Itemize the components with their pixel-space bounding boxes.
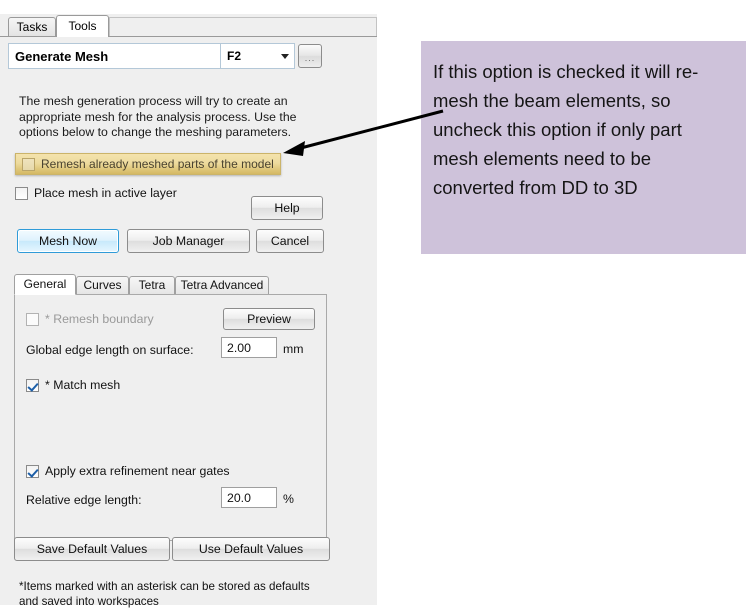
job-manager-button[interactable]: Job Manager — [127, 229, 250, 253]
relative-edge-length-value: 20.0 — [227, 490, 251, 505]
help-button[interactable]: Help — [251, 196, 323, 220]
chevron-down-icon — [281, 53, 289, 59]
asterisk-footnote: *Items marked with an asterisk can be st… — [19, 580, 310, 608]
option-apply-extra-refinement[interactable]: Apply extra refinement near gates — [26, 464, 230, 478]
checkbox-place-mesh-in-active-layer[interactable] — [15, 186, 28, 200]
relative-edge-length-unit: % — [283, 492, 294, 506]
use-default-values-button[interactable]: Use Default Values — [172, 537, 330, 561]
annotation-text: If this option is checked it will re-mes… — [433, 61, 699, 198]
generate-mesh-dialog: Tasks Tools Generate Mesh F2 ... The mes… — [0, 14, 377, 608]
dialog-title-field[interactable]: Generate Mesh — [8, 43, 221, 69]
global-edge-length-unit: mm — [283, 342, 304, 356]
tab-tetra[interactable]: Tetra — [129, 276, 175, 295]
option-match-mesh-label: * Match mesh — [45, 378, 121, 392]
save-default-values-button[interactable]: Save Default Values — [14, 537, 170, 561]
option-place-mesh-in-active-layer-label: Place mesh in active layer — [34, 186, 177, 200]
settings-tab-strip: General Curves Tetra Tetra Advanced — [14, 274, 327, 295]
option-remesh-boundary: * Remesh boundary — [26, 312, 154, 326]
checkbox-remesh-already-meshed[interactable] — [22, 157, 35, 171]
shortcut-key-combobox[interactable]: F2 — [220, 43, 295, 69]
global-edge-length-label: Global edge length on surface: — [26, 343, 194, 357]
option-remesh-already-meshed[interactable]: Remesh already meshed parts of the model — [15, 153, 281, 175]
option-remesh-boundary-label: * Remesh boundary — [45, 312, 154, 326]
tab-tasks[interactable]: Tasks — [8, 17, 56, 37]
relative-edge-length-label: Relative edge length: — [26, 493, 142, 507]
tab-curves[interactable]: Curves — [76, 276, 129, 295]
shortcut-key-value: F2 — [227, 49, 242, 63]
relative-edge-length-input[interactable]: 20.0 — [221, 487, 277, 508]
more-options-button[interactable]: ... — [298, 44, 322, 68]
mesh-now-button[interactable]: Mesh Now — [17, 229, 119, 253]
option-place-mesh-in-active-layer[interactable]: Place mesh in active layer — [15, 186, 177, 200]
global-edge-length-value: 2.00 — [227, 340, 251, 355]
option-remesh-already-meshed-label: Remesh already meshed parts of the model — [41, 157, 274, 171]
tab-general[interactable]: General — [14, 274, 76, 295]
option-match-mesh[interactable]: * Match mesh — [26, 378, 120, 392]
tab-tools[interactable]: Tools — [56, 15, 109, 37]
page-title: Generate Mesh — [15, 48, 109, 64]
checkbox-match-mesh[interactable] — [26, 378, 39, 392]
dialog-description: The mesh generation process will try to … — [19, 94, 297, 139]
annotation-callout: If this option is checked it will re-mes… — [421, 41, 746, 254]
top-tab-strip: Tasks Tools — [0, 14, 377, 37]
preview-button[interactable]: Preview — [223, 308, 315, 330]
checkbox-apply-extra-refinement[interactable] — [26, 464, 39, 478]
checkbox-remesh-boundary — [26, 312, 39, 326]
general-tab-panel: * Remesh boundary Preview Global edge le… — [14, 294, 327, 541]
global-edge-length-input[interactable]: 2.00 — [221, 337, 277, 358]
option-apply-extra-refinement-label: Apply extra refinement near gates — [45, 464, 230, 478]
tab-tetra-advanced[interactable]: Tetra Advanced — [175, 276, 269, 295]
tab-strip-filler — [109, 17, 377, 37]
cancel-button[interactable]: Cancel — [256, 229, 324, 253]
